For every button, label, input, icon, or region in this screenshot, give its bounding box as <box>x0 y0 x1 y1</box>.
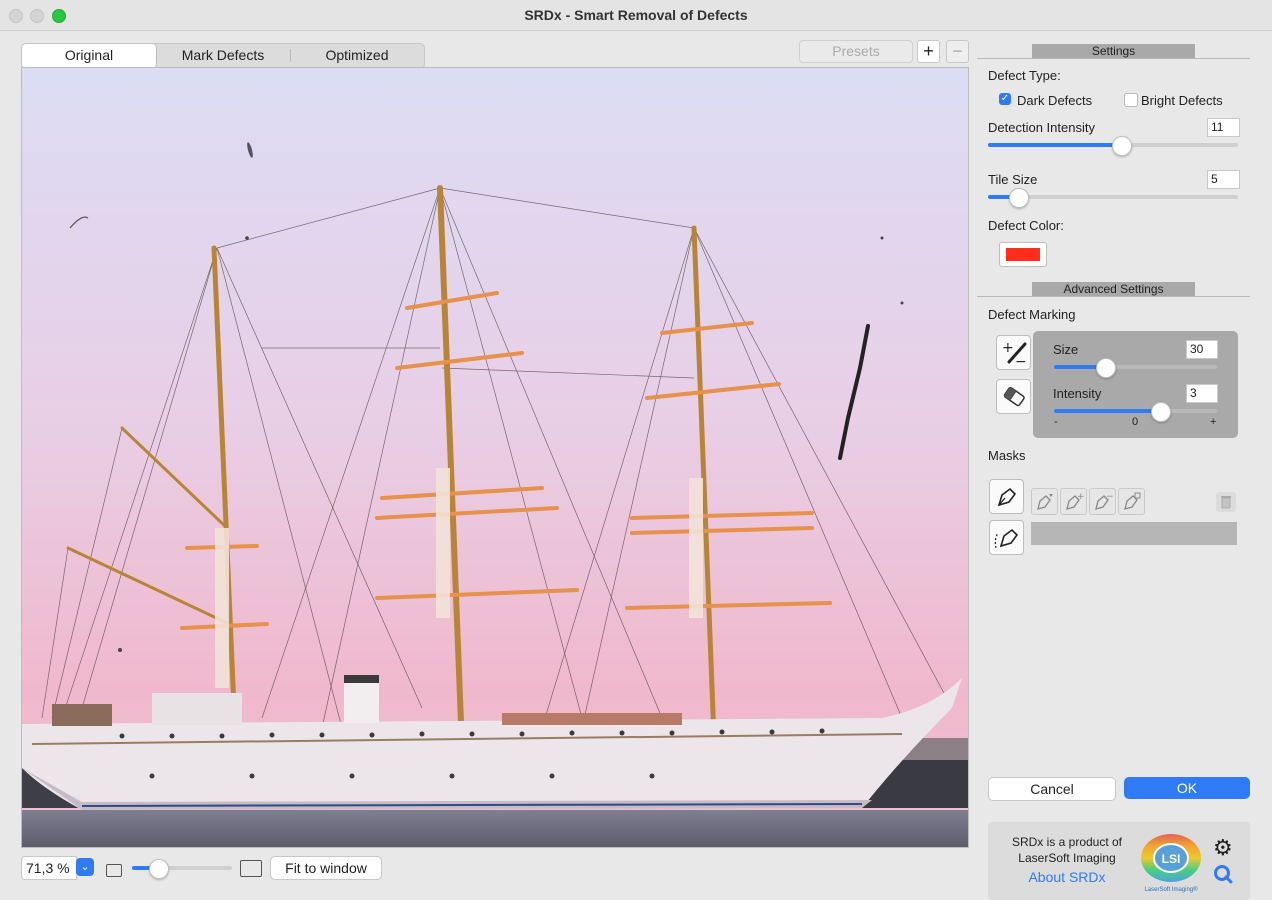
mask-pen-convert-button[interactable] <box>1118 488 1145 515</box>
remove-preset-button[interactable]: − <box>946 40 969 63</box>
bright-defects-label: Bright Defects <box>1141 93 1223 108</box>
tab-original[interactable]: Original <box>22 44 156 68</box>
delete-mask-button[interactable] <box>1216 492 1236 512</box>
tile-size-knob[interactable] <box>1009 188 1029 208</box>
bright-defects-checkbox[interactable] <box>1124 93 1138 107</box>
defect-color-label: Defect Color: <box>988 218 1064 233</box>
tab-mark-defects[interactable]: Mark Defects <box>156 44 290 68</box>
brush-plus-minus-tool-button[interactable]: + − <box>996 335 1031 370</box>
svg-text:−: − <box>1106 492 1114 502</box>
defect-type-label: Defect Type: <box>988 68 1061 83</box>
tile-size-field[interactable]: 5 <box>1207 170 1240 189</box>
defect-marking-label: Defect Marking <box>988 307 1076 322</box>
pen-select-icon <box>1037 494 1053 510</box>
settings-header: Settings <box>1032 44 1195 58</box>
svg-text:−: − <box>1015 354 1027 369</box>
brush-size-label: Size <box>1053 342 1079 357</box>
pen-remove-icon: − <box>1095 492 1114 510</box>
brush-size-field[interactable]: 30 <box>1186 340 1218 359</box>
mask-list[interactable] <box>1031 522 1237 545</box>
brush-intensity-knob[interactable] <box>1150 402 1171 422</box>
brush-intensity-slider[interactable] <box>1054 402 1217 422</box>
brush-intensity-label: Intensity <box>1053 386 1102 401</box>
image-canvas[interactable] <box>21 67 969 848</box>
freehand-pen-icon <box>994 528 1019 549</box>
zoom-out-small-frame-icon[interactable] <box>106 864 122 877</box>
masks-label: Masks <box>988 448 1026 463</box>
brush-size-slider[interactable] <box>1054 358 1217 378</box>
defect-color-well[interactable] <box>999 242 1047 267</box>
lsi-logo-icon: LSI LaserSoft Imaging® <box>1141 834 1201 893</box>
about-panel: SRDx is a product of LaserSoft Imaging A… <box>988 822 1250 900</box>
eraser-icon <box>1003 386 1025 407</box>
cancel-button[interactable]: Cancel <box>988 777 1116 801</box>
intensity-scale-max: + <box>1210 416 1217 428</box>
check-for-updates-icon[interactable] <box>1213 864 1233 884</box>
ship-photo <box>22 68 968 847</box>
presets-button[interactable]: Presets <box>799 40 913 63</box>
about-srdx-link[interactable]: About SRDx <box>988 869 1146 885</box>
eraser-tool-button[interactable] <box>996 379 1031 414</box>
svg-text:LaserSoft Imaging®: LaserSoft Imaging® <box>1144 886 1198 893</box>
intensity-scale-zero: 0 <box>1132 416 1139 428</box>
tile-size-slider[interactable] <box>988 188 1238 208</box>
mask-pen-tool-button[interactable] <box>989 479 1024 514</box>
settings-divider <box>977 58 1250 59</box>
svg-text:LSI: LSI <box>1162 852 1181 866</box>
zoom-value-field[interactable]: 71,3 % <box>21 856 77 880</box>
brush-intensity-field[interactable]: 3 <box>1186 384 1218 403</box>
brush-size-knob[interactable] <box>1095 358 1116 378</box>
trash-icon <box>1221 496 1231 509</box>
defect-color-swatch <box>1006 248 1040 261</box>
mask-freehand-pen-button[interactable] <box>989 520 1024 555</box>
pen-convert-icon <box>1124 492 1141 510</box>
mask-pen-add-button[interactable]: + <box>1060 488 1087 515</box>
brush-plus-minus-icon: + − <box>1002 340 1027 370</box>
view-tabs: Original Mark Defects Optimized <box>21 43 425 69</box>
svg-text:+: + <box>1002 340 1014 356</box>
tab-optimized[interactable]: Optimized <box>290 44 424 68</box>
detection-intensity-label: Detection Intensity <box>988 120 1095 135</box>
ok-button[interactable]: OK <box>1124 777 1250 799</box>
advanced-settings-header: Advanced Settings <box>1032 282 1195 296</box>
lsi-logo: LSI LaserSoft Imaging® <box>1136 832 1206 894</box>
detection-intensity-slider[interactable] <box>988 136 1238 156</box>
dark-defects-label: Dark Defects <box>1017 93 1093 108</box>
detection-intensity-field[interactable]: 11 <box>1207 118 1240 137</box>
title-bar: SRDx - Smart Removal of Defects <box>0 0 1272 31</box>
advanced-divider <box>977 296 1250 297</box>
zoom-in-large-frame-icon[interactable] <box>240 860 262 877</box>
pen-add-icon: + <box>1066 492 1085 510</box>
dark-defects-checkbox[interactable]: ✓ <box>999 93 1011 105</box>
fit-to-window-button[interactable]: Fit to window <box>270 856 382 880</box>
intensity-scale-min: - <box>1054 416 1058 428</box>
product-line-2: LaserSoft Imaging <box>1018 851 1116 865</box>
brush-settings-panel: Size 30 Intensity 3 - 0 + <box>1033 331 1238 438</box>
zoom-slider-knob[interactable] <box>149 859 169 879</box>
detection-intensity-knob[interactable] <box>1111 136 1132 156</box>
tile-size-label: Tile Size <box>988 172 1038 187</box>
mask-pen-select-button[interactable] <box>1031 488 1058 515</box>
pen-nib-icon <box>997 487 1017 507</box>
product-line-1: SRDx is a product of <box>1011 835 1123 849</box>
window-title: SRDx - Smart Removal of Defects <box>524 7 748 23</box>
mask-pen-remove-button[interactable]: − <box>1089 488 1116 515</box>
zoom-slider[interactable] <box>132 859 232 879</box>
zoom-dropdown-chevron-icon[interactable]: ⌄ <box>76 858 94 876</box>
add-preset-button[interactable]: + <box>917 40 940 63</box>
gear-icon[interactable]: ⚙ <box>1213 837 1233 859</box>
svg-text:+: + <box>1077 492 1085 502</box>
